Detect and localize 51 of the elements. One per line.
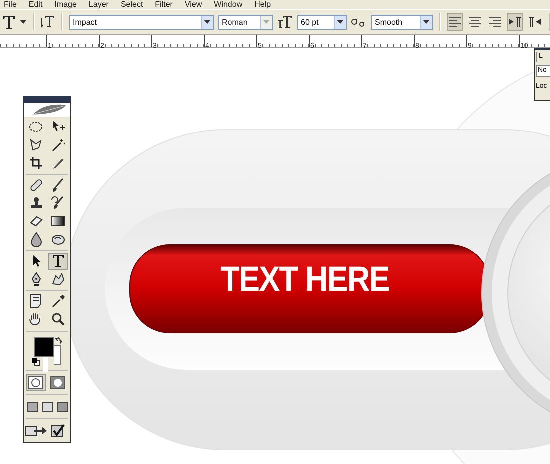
hand-icon — [28, 312, 44, 327]
gradient-icon — [50, 214, 66, 229]
headline-text: TEXT HERE — [220, 260, 390, 300]
font-style-dropdown[interactable]: Roman — [218, 14, 273, 30]
custom-shape-icon — [50, 272, 66, 287]
menu-item[interactable]: Edit — [28, 0, 43, 9]
quick-mask-button[interactable] — [48, 374, 68, 391]
font-family-dropdown[interactable]: Impact — [69, 14, 214, 30]
menu-item[interactable]: Filter — [155, 0, 173, 9]
standard-mode-button[interactable] — [26, 374, 46, 391]
feather-logo-icon — [24, 103, 70, 117]
text-orientation-icon[interactable] — [41, 15, 55, 29]
caret-icon — [337, 20, 344, 24]
foreground-color-swatch[interactable] — [34, 337, 54, 357]
background-color-swatch[interactable] — [54, 345, 61, 365]
magic-wand-icon — [50, 138, 66, 153]
sponge-icon — [50, 232, 66, 247]
magnifier-icon — [50, 312, 66, 327]
caret-icon[interactable] — [20, 20, 27, 24]
drop-icon — [28, 232, 44, 247]
type-tool[interactable] — [48, 253, 68, 270]
caret-icon — [423, 20, 430, 24]
crop-icon — [28, 156, 44, 171]
knife-icon — [50, 156, 66, 171]
menu-item[interactable]: Layer — [88, 0, 109, 9]
type-icon — [50, 254, 66, 269]
note-icon — [28, 294, 44, 309]
left-to-right-button[interactable] — [507, 13, 523, 31]
default-colors-icon[interactable] — [32, 358, 40, 366]
menu-item[interactable]: File — [4, 0, 17, 9]
history-brush-icon — [50, 196, 66, 211]
brush-icon — [50, 178, 66, 193]
ellipse-icon — [28, 120, 44, 135]
font-size-dropdown[interactable]: 60 pt — [297, 14, 347, 30]
eyedropper-icon — [50, 294, 66, 309]
menu-item[interactable]: Image — [54, 0, 77, 9]
stamp-icon — [28, 196, 44, 211]
menu-item[interactable]: Window — [214, 0, 243, 9]
lasso-icon — [28, 138, 44, 153]
menu-item[interactable]: View — [184, 0, 202, 9]
font-size-icon — [277, 15, 293, 29]
anti-alias-dropdown[interactable]: Smooth — [371, 14, 433, 30]
swap-colors-icon[interactable] — [55, 336, 63, 344]
menu-item[interactable]: Help — [254, 0, 272, 9]
type-tool-icon[interactable] — [2, 14, 16, 30]
align-left-button[interactable] — [447, 13, 463, 31]
menu-item[interactable]: Select — [120, 0, 144, 9]
caret-icon — [263, 20, 270, 24]
anti-alias-icon — [351, 16, 367, 28]
eraser-icon — [28, 214, 44, 229]
caret-icon — [204, 20, 211, 24]
